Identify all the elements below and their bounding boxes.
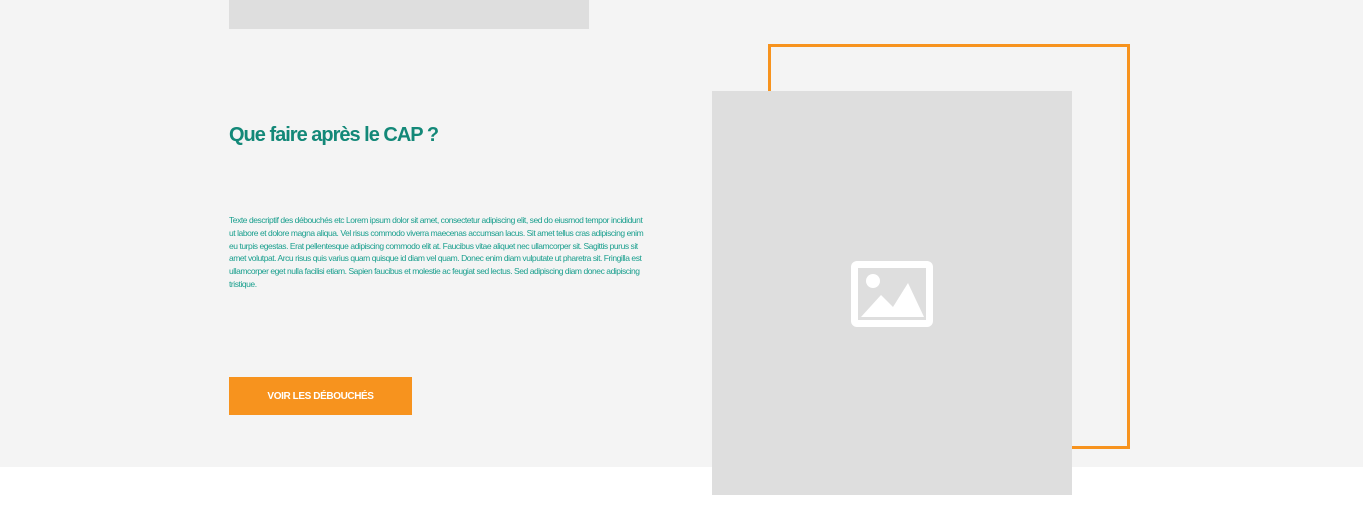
image-icon (851, 261, 933, 327)
top-image-placeholder (229, 0, 589, 29)
section-description: Texte descriptif des débouchés etc Lorem… (229, 215, 644, 289)
section-title: Que faire après le CAP ? (229, 124, 439, 146)
image-placeholder (712, 91, 1072, 495)
content-section: Que faire après le CAP ? Texte descripti… (0, 0, 1363, 467)
see-outlets-button[interactable]: VOIR LES DÉBOUCHÉS (229, 377, 412, 415)
